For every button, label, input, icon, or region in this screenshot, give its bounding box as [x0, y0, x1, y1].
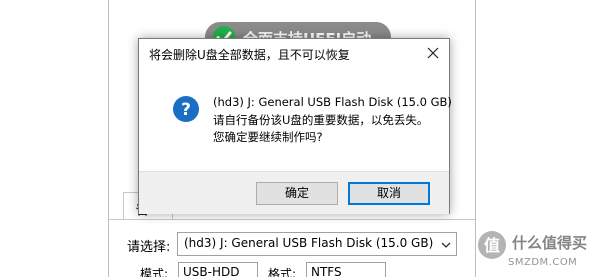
dialog-titlebar[interactable]: 将会删除U盘全部数据，且不可以恢复: [139, 39, 449, 67]
mode-select[interactable]: USB-HDD: [178, 262, 258, 277]
mode-select-value: USB-HDD: [183, 265, 240, 277]
ok-button[interactable]: 确定: [256, 182, 338, 205]
format-select-value: NTFS: [311, 265, 342, 277]
device-select-label: 请选择:: [127, 240, 171, 255]
close-icon[interactable]: [425, 45, 441, 61]
device-select[interactable]: (hd3) J: General USB Flash Disk (15.0 GB…: [177, 232, 457, 256]
dialog-footer: 确定 取消: [139, 171, 449, 214]
confirm-dialog: 将会删除U盘全部数据，且不可以恢复 ? (hd3) J: General USB…: [138, 38, 452, 214]
chevron-down-icon: [441, 239, 451, 249]
smzdm-logo-icon: 值: [478, 231, 506, 259]
dialog-message-line: (hd3) J: General USB Flash Disk (15.0 GB…: [213, 95, 452, 109]
format-label: 格式:: [268, 267, 297, 277]
mode-label: 模式:: [140, 267, 169, 277]
format-select[interactable]: NTFS: [306, 262, 386, 277]
watermark-subtext: SMZDM.COM: [508, 257, 578, 268]
dialog-message-line: 请自行备份该U盘的重要数据，以免丢失。: [213, 113, 429, 127]
dialog-message-line: 您确定要继续制作吗?: [213, 130, 323, 144]
window-border-right: [475, 0, 476, 277]
tab-divider: [108, 219, 475, 220]
svg-text:值: 值: [484, 236, 500, 255]
question-icon: ?: [172, 95, 200, 123]
dialog-body: ? (hd3) J: General USB Flash Disk (15.0 …: [139, 67, 452, 171]
watermark-text: 什么值得买: [512, 234, 588, 252]
device-select-value: (hd3) J: General USB Flash Disk (15.0 GB…: [184, 236, 434, 250]
dialog-title: 将会删除U盘全部数据，且不可以恢复: [149, 48, 350, 62]
watermark: 值 什么值得买 SMZDM.COM: [478, 229, 596, 273]
svg-text:?: ?: [181, 100, 191, 120]
window-border-left: [108, 0, 109, 277]
cancel-button[interactable]: 取消: [348, 182, 430, 205]
